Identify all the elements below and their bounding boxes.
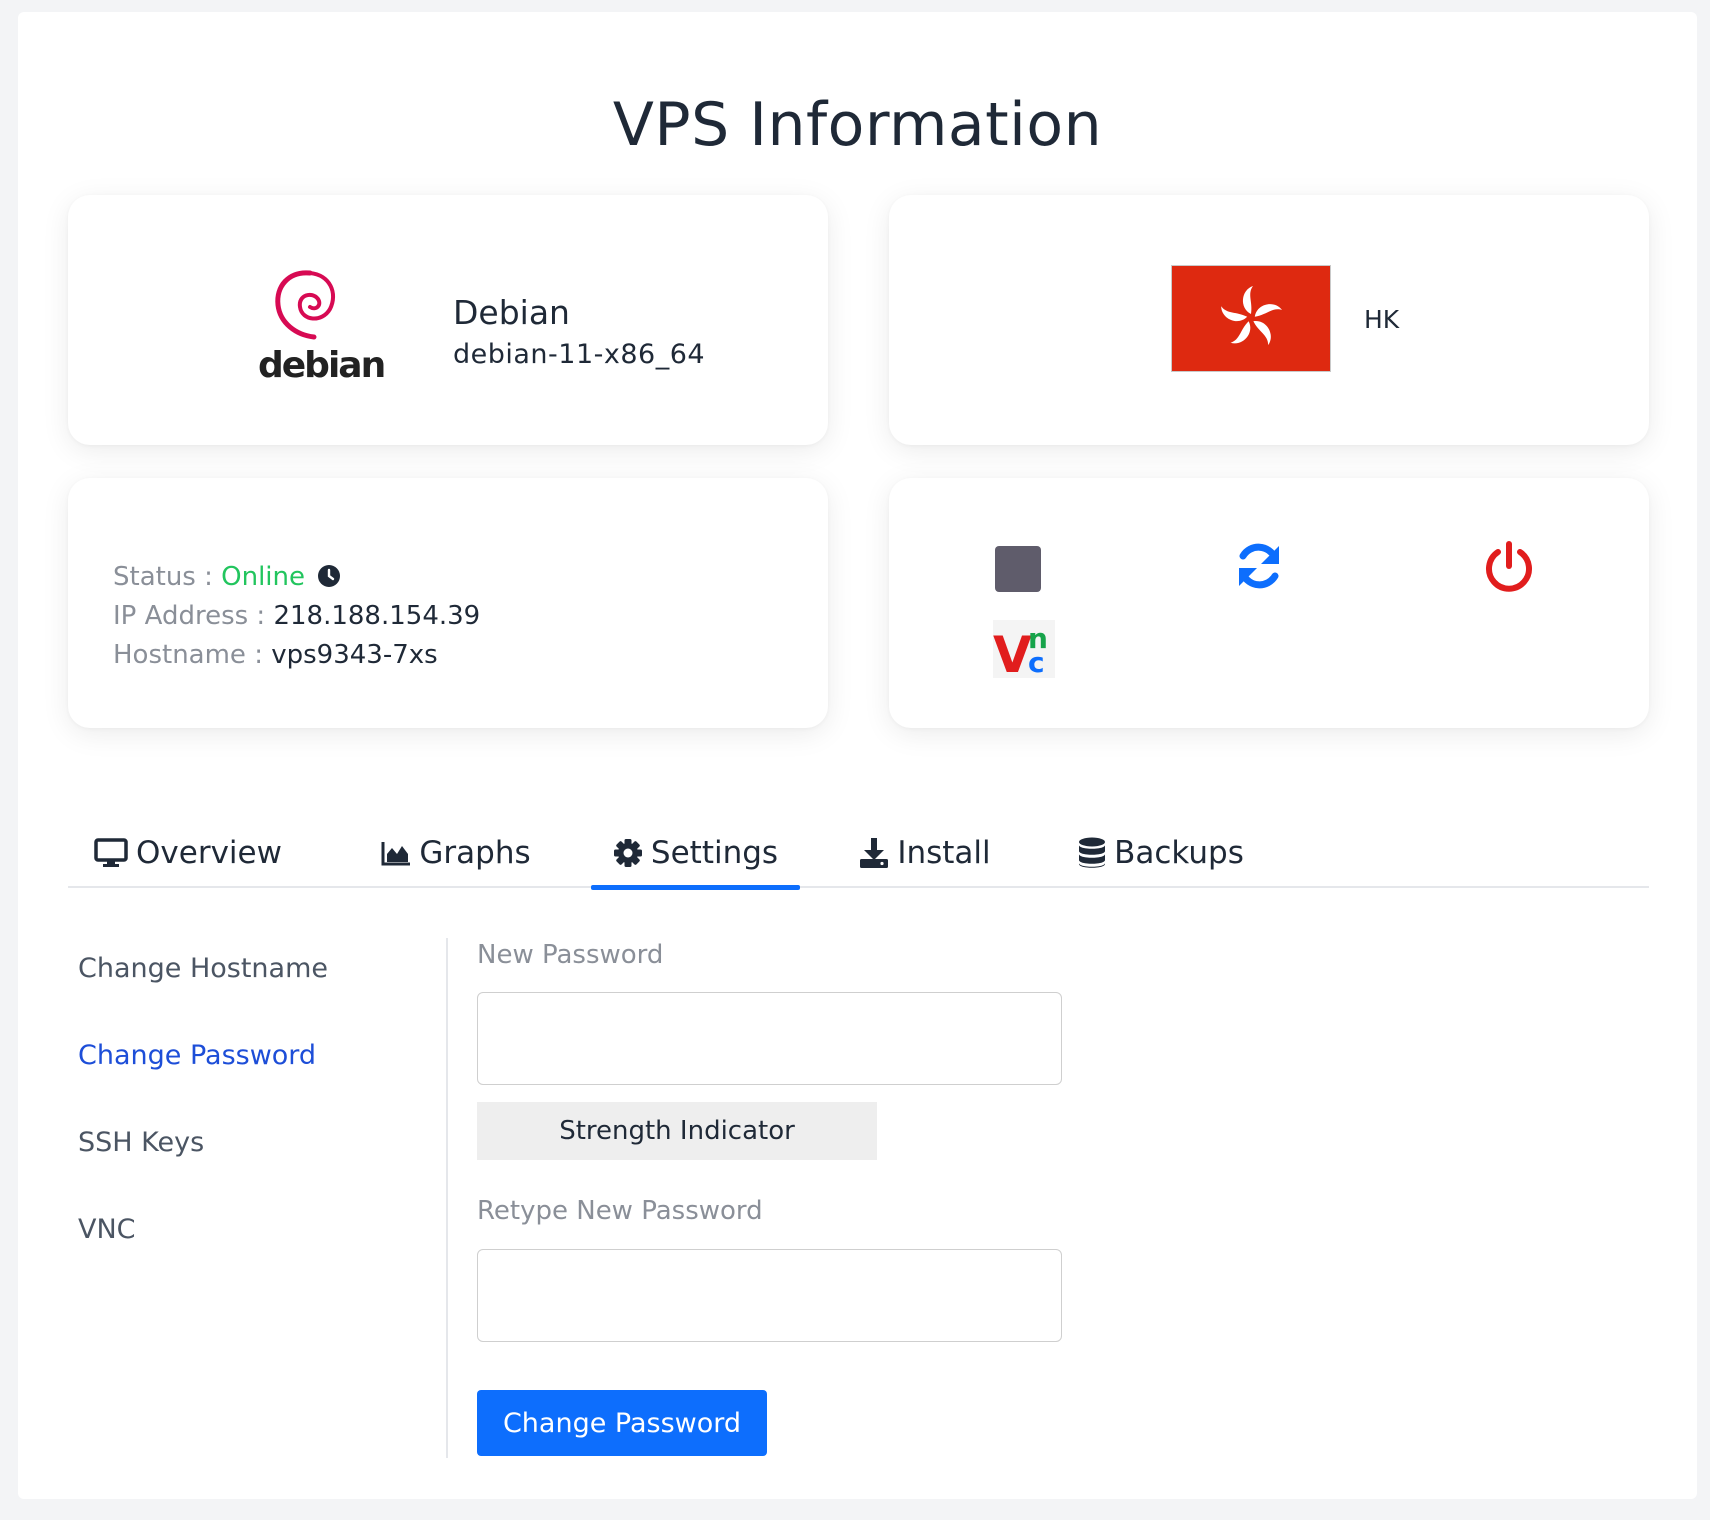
os-card: debian Debian debian-11-x86_64 — [68, 195, 828, 445]
new-password-input[interactable] — [477, 992, 1062, 1085]
hostname-label: Hostname : — [113, 640, 263, 670]
power-icon[interactable] — [1481, 538, 1537, 594]
os-version: debian-11-x86_64 — [453, 339, 706, 370]
svg-text:c: c — [1028, 646, 1045, 678]
tab-settings-label: Settings — [650, 835, 779, 871]
debian-logo-text: debian — [258, 345, 386, 386]
tab-graphs-label: Graphs — [419, 835, 531, 871]
tab-graphs[interactable]: Graphs — [371, 818, 541, 888]
location-card: HK — [889, 195, 1649, 445]
ip-label: IP Address : — [113, 601, 266, 631]
strength-indicator: Strength Indicator — [477, 1102, 877, 1160]
tab-settings[interactable]: Settings — [591, 818, 800, 890]
settings-menu: Change Hostname Change Password SSH Keys… — [78, 942, 438, 1290]
hong-kong-flag-icon — [1171, 265, 1331, 372]
tab-backups-label: Backups — [1114, 835, 1244, 871]
tab-bar: Overview Graphs Settings Install Backups — [68, 818, 1649, 890]
os-name: Debian — [453, 293, 570, 332]
tab-overview-label: Overview — [136, 835, 282, 871]
status-row: Status : Online — [113, 558, 480, 597]
menu-change-password[interactable]: Change Password — [78, 1029, 438, 1116]
clock-icon[interactable] — [317, 564, 341, 588]
tab-backups[interactable]: Backups — [1071, 818, 1251, 888]
tab-overview[interactable]: Overview — [88, 818, 288, 888]
vnc-logo-icon[interactable]: V n c — [993, 620, 1055, 678]
menu-vnc[interactable]: VNC — [78, 1203, 438, 1290]
restart-sync-icon[interactable] — [1231, 538, 1287, 594]
change-password-button[interactable]: Change Password — [477, 1390, 767, 1456]
retype-password-input[interactable] — [477, 1249, 1062, 1342]
location-code: HK — [1364, 305, 1400, 334]
menu-divider — [446, 938, 448, 1458]
debian-logo-icon: debian — [258, 265, 386, 386]
database-icon — [1079, 837, 1106, 868]
svg-text:V: V — [993, 626, 1032, 678]
server-info-card: Status : Online IP Address : 218.188.154… — [68, 478, 828, 728]
page-title: VPS Information — [612, 90, 1103, 160]
area-chart-icon — [381, 842, 411, 866]
download-icon — [860, 838, 889, 868]
tab-install[interactable]: Install — [850, 818, 1000, 888]
status-value: Online — [221, 562, 306, 592]
menu-change-hostname[interactable]: Change Hostname — [78, 942, 438, 1029]
ip-row: IP Address : 218.188.154.39 — [113, 597, 480, 636]
retype-password-label: Retype New Password — [477, 1196, 763, 1226]
main-panel: VPS Information debian Debian debian-11-… — [18, 12, 1697, 1499]
gear-icon — [613, 839, 642, 867]
ip-value: 218.188.154.39 — [273, 601, 481, 631]
server-info-list: Status : Online IP Address : 218.188.154… — [113, 558, 480, 675]
stop-button[interactable] — [995, 546, 1041, 592]
menu-ssh-keys[interactable]: SSH Keys — [78, 1116, 438, 1203]
tab-install-label: Install — [897, 835, 991, 871]
desktop-icon — [94, 838, 128, 867]
hostname-value: vps9343-7xs — [271, 640, 438, 670]
hostname-row: Hostname : vps9343-7xs — [113, 636, 480, 675]
power-controls-card: V n c — [889, 478, 1649, 728]
status-label: Status : — [113, 562, 213, 592]
debian-swirl-icon — [275, 270, 336, 340]
new-password-label: New Password — [477, 940, 664, 970]
bauhinia-icon — [1221, 286, 1283, 346]
